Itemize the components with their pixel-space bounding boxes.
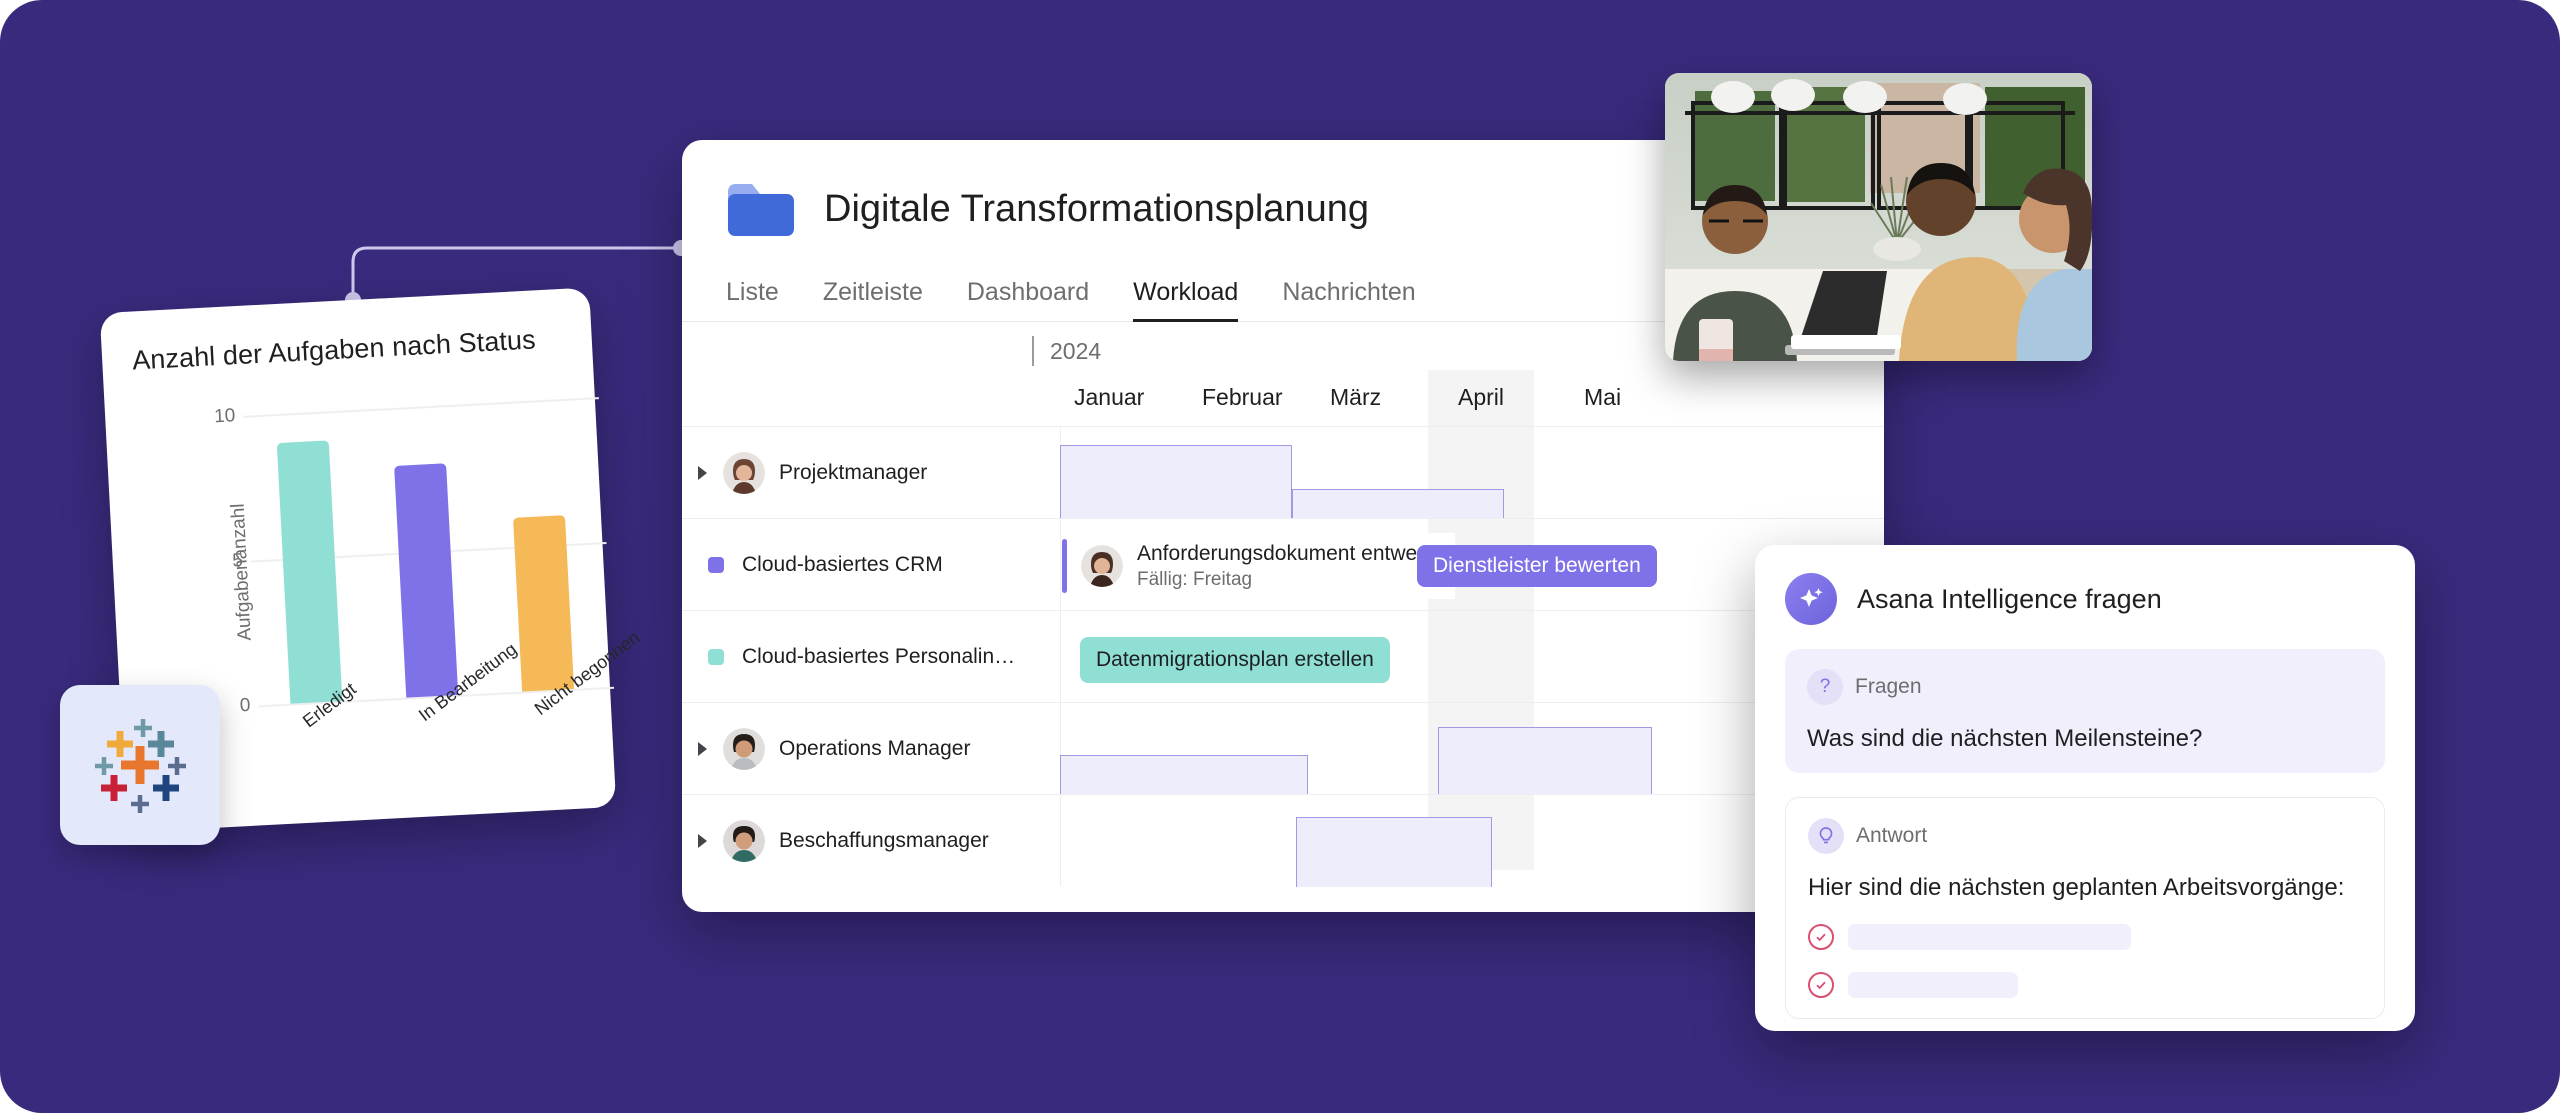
chart-bar xyxy=(276,440,343,704)
expand-caret-icon[interactable] xyxy=(698,834,707,848)
tab-zeitleiste[interactable]: Zeitleiste xyxy=(823,278,923,322)
chart-bars xyxy=(243,398,606,706)
capacity-block xyxy=(1060,445,1292,519)
row-label-cloud-crm[interactable]: Cloud-basiertes CRM xyxy=(682,519,943,611)
ytick-10: 10 xyxy=(213,405,236,428)
promo-composition: Anzahl der Aufgaben nach Status Aufgaben… xyxy=(0,0,2560,1113)
tab-dashboard[interactable]: Dashboard xyxy=(967,278,1089,322)
avatar xyxy=(723,820,765,862)
ai-answer-items xyxy=(1808,924,2362,998)
timeline-month-april: April xyxy=(1458,384,1505,410)
row-label-cloud-personal[interactable]: Cloud-basiertes Personalin… xyxy=(682,611,1015,703)
ai-question-text: Was sind die nächsten Meilensteine? xyxy=(1807,725,2203,752)
timeline-year: 2024 xyxy=(1032,336,1101,366)
task-card[interactable]: Anforderungsdokument entwer… Fällig: Fre… xyxy=(1062,533,1456,599)
chip-datenmigrationsplan[interactable]: Datenmigrationsplan erstellen xyxy=(1080,637,1390,683)
timeline-month-januar: Januar xyxy=(1074,384,1145,410)
row-label-beschaffungsmanager[interactable]: Beschaffungsmanager xyxy=(682,795,989,887)
ai-answer-item-placeholder xyxy=(1848,924,2131,950)
capacity-block xyxy=(1060,755,1308,795)
sparkle-icon xyxy=(1785,573,1837,625)
avatar xyxy=(723,728,765,770)
ai-answer-item-placeholder xyxy=(1848,972,2018,998)
avatar xyxy=(723,452,765,494)
task-texts: Anforderungsdokument entwer… Fällig: Fre… xyxy=(1137,542,1445,591)
task-due: Fällig: Freitag xyxy=(1137,568,1253,590)
workload-timeline: 2024 Januar Februar März April Mai Proje… xyxy=(682,322,1884,912)
question-mark-icon: ? xyxy=(1807,669,1843,705)
office-team-photo xyxy=(1665,73,2092,361)
ai-answer-item xyxy=(1808,924,2362,950)
chart-bar xyxy=(513,515,575,692)
task-title: Anforderungsdokument entwer… xyxy=(1137,541,1446,565)
ai-panel-title: Asana Intelligence fragen xyxy=(1857,583,2162,614)
project-folder-icon xyxy=(728,184,794,236)
chart-title: Anzahl der Aufgaben nach Status xyxy=(131,324,537,376)
ai-answer-card: Antwort Hier sind die nächsten geplanten… xyxy=(1785,797,2385,1019)
ai-question-badge-row: ? Fragen xyxy=(1807,669,2363,705)
ai-question-card[interactable]: ? Fragen Was sind die nächsten Meilenste… xyxy=(1785,649,2385,773)
expand-caret-icon[interactable] xyxy=(698,742,707,756)
table-row[interactable]: Beschaffungsmanager xyxy=(682,794,1884,887)
page-title: Digitale Transformationsplanung xyxy=(824,187,1369,230)
row-name: Cloud-basiertes CRM xyxy=(742,553,943,576)
timeline-month-märz: März xyxy=(1330,384,1382,410)
tab-workload[interactable]: Workload xyxy=(1133,278,1239,322)
table-row[interactable]: Cloud-basiertes Personalin… Datenmigrati… xyxy=(682,610,1884,702)
row-label-projektmanager[interactable]: Projektmanager xyxy=(682,427,927,519)
lightbulb-icon xyxy=(1808,818,1844,854)
row-name: Cloud-basiertes Personalin… xyxy=(742,645,1016,668)
expand-caret-icon[interactable] xyxy=(698,466,707,480)
ai-question-label: Fragen xyxy=(1855,675,1922,698)
ai-answer-label: Antwort xyxy=(1856,824,1928,847)
table-row[interactable]: Cloud-basiertes CRM Anforderungsdokument xyxy=(682,518,1884,610)
timeline-month-headers: Januar Februar März April Mai xyxy=(682,384,1884,428)
row-label-operations-manager[interactable]: Operations Manager xyxy=(682,703,970,795)
timeline-year-label: 2024 xyxy=(1050,337,1102,364)
row-name: Operations Manager xyxy=(779,737,971,760)
capacity-block xyxy=(1438,727,1652,795)
table-row[interactable]: Projektmanager xyxy=(682,426,1884,519)
ai-answer-text: Hier sind die nächsten geplanten Arbeits… xyxy=(1808,874,2345,901)
tab-liste[interactable]: Liste xyxy=(726,278,779,322)
ytick-0: 0 xyxy=(239,694,252,717)
ytick-5: 5 xyxy=(231,550,244,572)
table-row[interactable]: Operations Manager xyxy=(682,702,1884,795)
capacity-block xyxy=(1292,489,1504,519)
year-tick xyxy=(1032,336,1034,366)
chip-dienstleister-bewerten[interactable]: Dienstleister bewerten xyxy=(1417,545,1657,587)
row-name: Projektmanager xyxy=(779,461,928,484)
row-name: Beschaffungsmanager xyxy=(779,829,989,852)
avatar xyxy=(1081,545,1123,587)
timeline-month-februar: Februar xyxy=(1202,384,1283,410)
tableau-logo-card xyxy=(60,685,220,845)
ai-panel-header: Asana Intelligence fragen xyxy=(1785,573,2385,625)
chart-plot-area: Aufgabenanzahl 10 5 0 Erledigt In Bearbei… xyxy=(201,397,643,731)
ai-answer-item xyxy=(1808,972,2362,998)
capacity-block xyxy=(1296,817,1492,887)
check-circle-icon xyxy=(1808,924,1834,950)
tab-nachrichten[interactable]: Nachrichten xyxy=(1282,278,1415,322)
tableau-logo-icon xyxy=(95,719,186,813)
task-accent-bar xyxy=(1062,539,1067,593)
check-circle-icon xyxy=(1808,972,1834,998)
chart-bar xyxy=(394,463,459,698)
asana-intelligence-panel: Asana Intelligence fragen ? Fragen Was s… xyxy=(1755,545,2415,1031)
timeline-month-mai: Mai xyxy=(1584,384,1622,410)
ai-answer-badge-row: Antwort xyxy=(1808,818,2362,854)
status-swatch xyxy=(708,649,724,665)
status-swatch xyxy=(708,557,724,573)
